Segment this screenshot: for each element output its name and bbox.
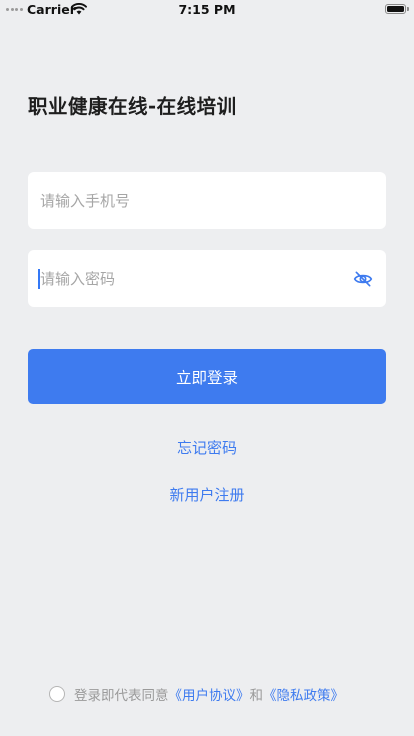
page-title: 职业健康在线-在线培训: [28, 95, 237, 118]
status-time: 7:15 PM: [178, 2, 236, 17]
agreement-row: 登录即代表同意 《用户协议》 和 《隐私政策》: [49, 684, 344, 704]
privacy-policy-link[interactable]: 《隐私政策》: [263, 684, 344, 704]
battery-icon: [385, 4, 406, 14]
status-bar: Carrier 7:15 PM: [0, 0, 414, 20]
password-field[interactable]: [28, 250, 386, 307]
phone-input[interactable]: [40, 172, 340, 229]
agreement-checkbox[interactable]: [49, 686, 65, 702]
battery-tip: [407, 7, 409, 11]
phone-field[interactable]: [28, 172, 386, 229]
agreement-and: 和: [249, 688, 264, 704]
login-button[interactable]: 立即登录: [28, 349, 386, 404]
register-link[interactable]: 新用户注册: [0, 484, 414, 505]
agreement-prefix: 登录即代表同意: [74, 688, 169, 704]
eye-slash-icon[interactable]: [353, 269, 373, 289]
forgot-password-link[interactable]: 忘记密码: [0, 437, 414, 458]
user-agreement-link[interactable]: 《用户协议》: [169, 684, 250, 704]
password-input[interactable]: [40, 250, 340, 307]
